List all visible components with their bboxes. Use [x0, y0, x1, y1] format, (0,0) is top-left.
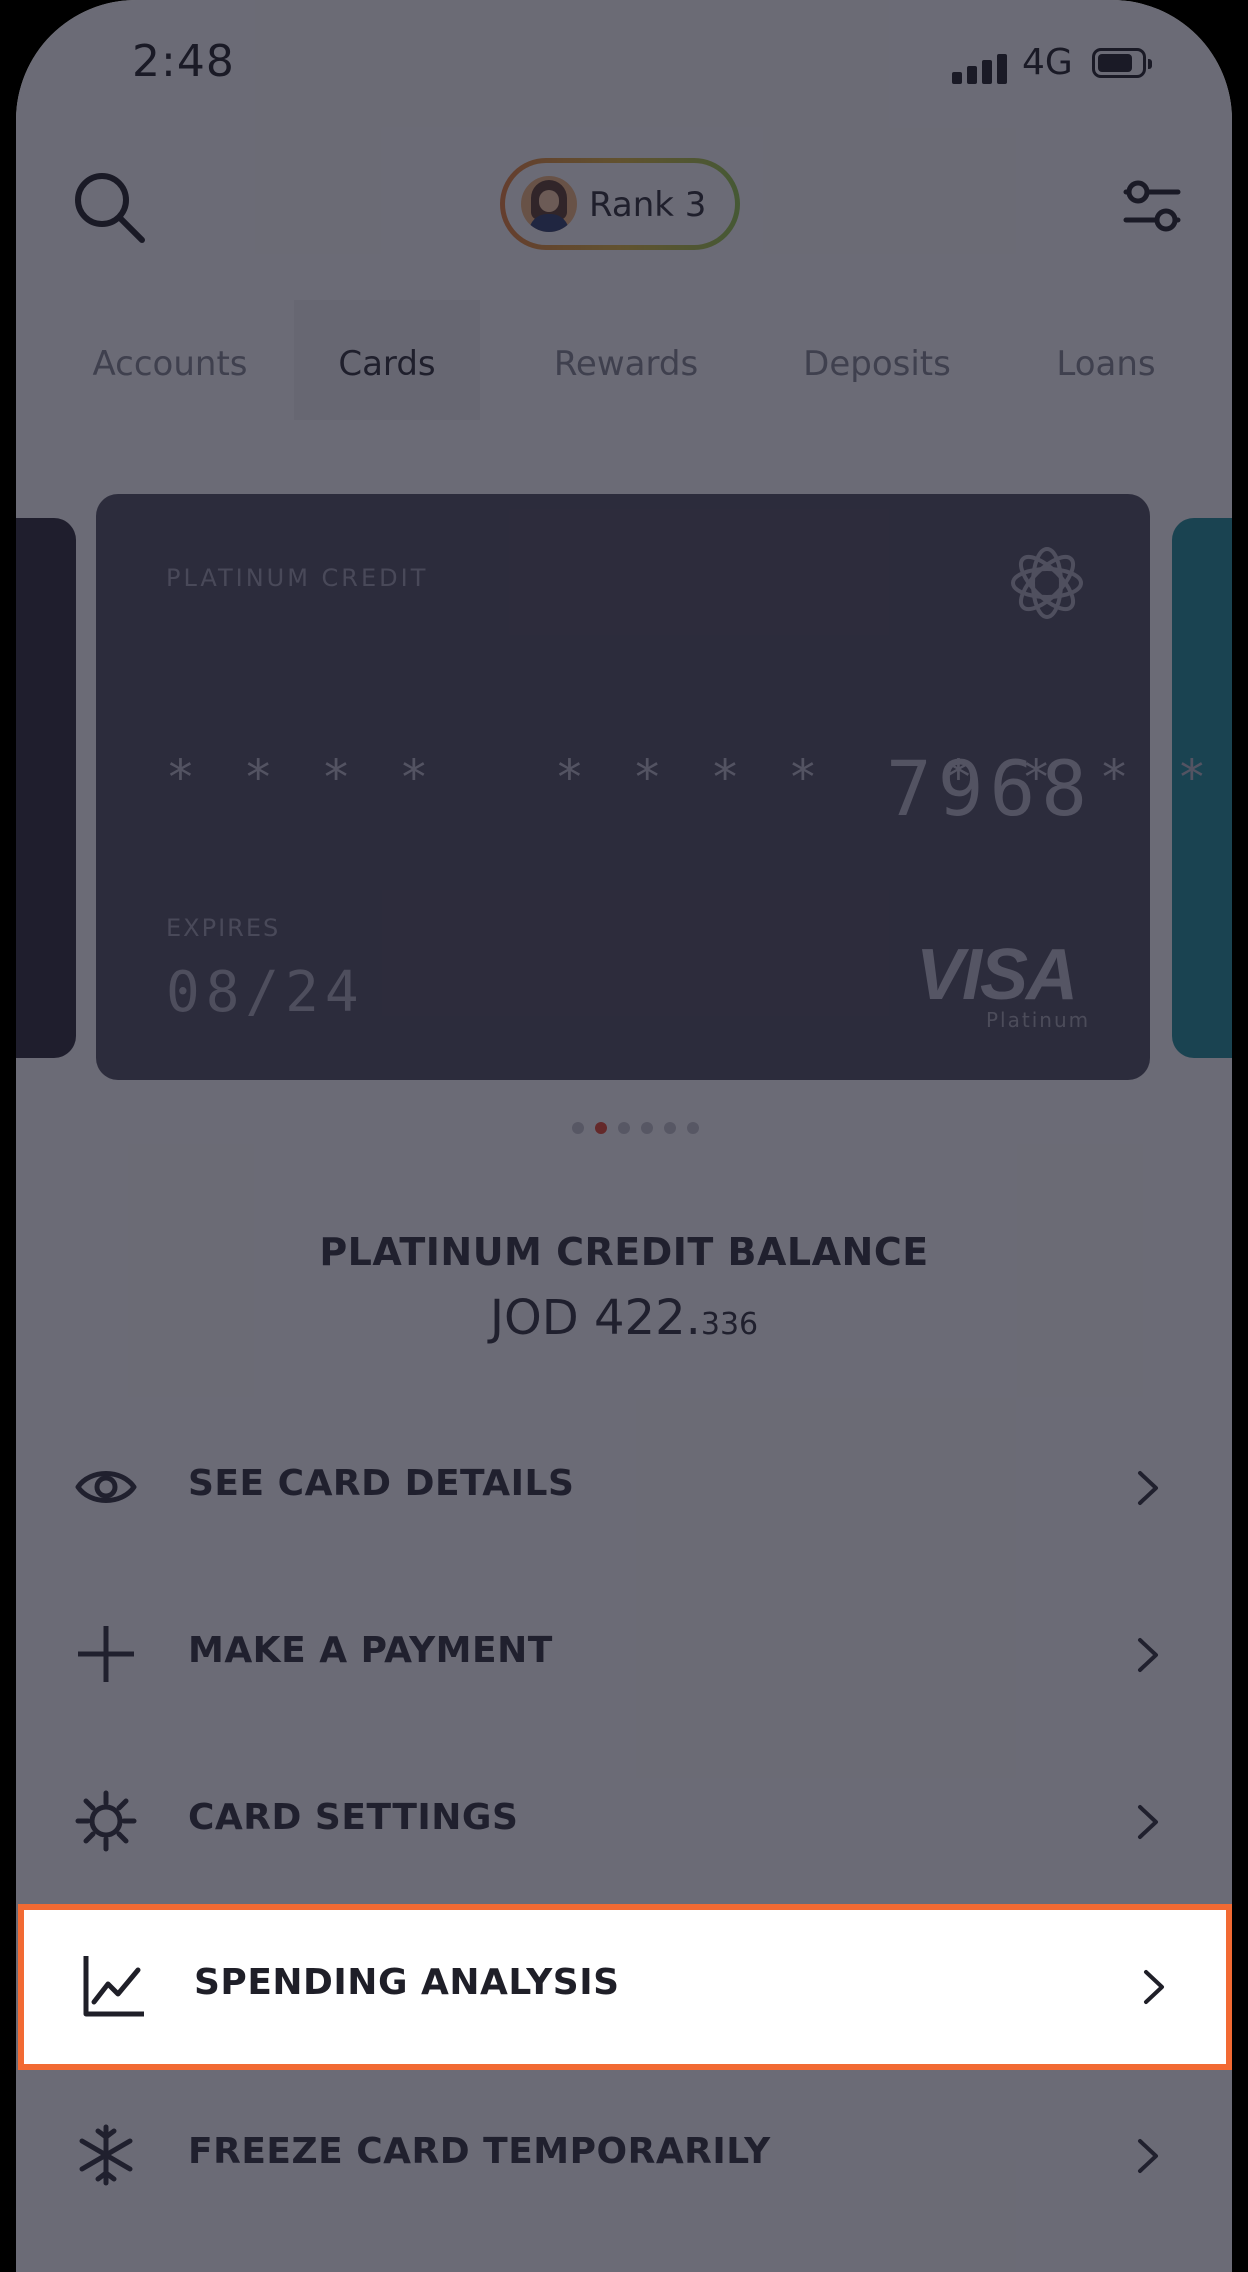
tab-cards[interactable]: Cards	[294, 300, 480, 420]
menu-label: SPENDING ANALYSIS	[194, 1962, 620, 2003]
menu-card-settings[interactable]: CARD SETTINGS	[16, 1739, 1232, 1905]
expires-value: 08/24	[166, 960, 365, 1025]
expires-label: EXPIRES	[166, 914, 281, 942]
tab-accounts[interactable]: Accounts	[60, 300, 280, 420]
carousel-dot[interactable]	[664, 1122, 676, 1134]
balance-decimals: 336	[700, 1307, 759, 1342]
balance-label: PLATINUM CREDIT BALANCE	[319, 1230, 929, 1274]
battery-icon	[1092, 48, 1152, 78]
previous-card[interactable]	[16, 518, 76, 1058]
menu-label: CARD SETTINGS	[188, 1797, 519, 1838]
carousel-dot-active[interactable]	[595, 1122, 607, 1134]
chevron-right-icon	[1140, 1966, 1168, 2008]
eye-icon	[74, 1455, 138, 1519]
tab-rewards[interactable]: Rewards	[526, 300, 726, 420]
tab-loans[interactable]: Loans	[1026, 300, 1186, 420]
menu-label: SEE CARD DETAILS	[188, 1463, 575, 1504]
credit-card[interactable]: PLATINUM CREDIT * * * * * * * * * * * * …	[96, 494, 1206, 1080]
card-type-label: PLATINUM CREDIT	[166, 564, 429, 592]
carousel-dot[interactable]	[618, 1122, 630, 1134]
card-last-four: 7968	[886, 744, 1094, 833]
plus-icon	[74, 1622, 138, 1686]
chevron-right-icon	[1134, 1467, 1162, 1509]
tab-bar: Accounts Cards Rewards Deposits Loans	[16, 300, 1232, 420]
menu-spending-analysis[interactable]: SPENDING ANALYSIS	[18, 1904, 1232, 2070]
balance-amount: JOD 422.336	[16, 1290, 1232, 1346]
rank-label: Rank 3	[589, 185, 707, 225]
filter-settings-icon[interactable]	[1116, 170, 1188, 242]
status-time: 2:48	[132, 36, 235, 87]
rank-badge[interactable]: Rank 3	[500, 158, 740, 250]
chevron-right-icon	[1134, 1634, 1162, 1676]
visa-logo: VISA	[916, 935, 1078, 1015]
snowflake-icon	[74, 2123, 138, 2187]
chevron-right-icon	[1134, 1801, 1162, 1843]
visa-tier: Platinum	[986, 1008, 1091, 1032]
menu-see-card-details[interactable]: SEE CARD DETAILS	[16, 1405, 1232, 1571]
carousel-dot[interactable]	[572, 1122, 584, 1134]
menu-make-a-payment[interactable]: MAKE A PAYMENT	[16, 1572, 1232, 1738]
gear-icon	[74, 1789, 138, 1853]
network-type: 4G	[1022, 42, 1073, 83]
menu-label: FREEZE CARD TEMPORARILY	[188, 2131, 771, 2172]
menu-label: MAKE A PAYMENT	[188, 1630, 553, 1671]
carousel-dot[interactable]	[641, 1122, 653, 1134]
menu-freeze-card[interactable]: FREEZE CARD TEMPORARILY	[16, 2073, 1232, 2239]
bank-logo-icon	[1004, 540, 1090, 626]
balance-whole: JOD 422.	[489, 1290, 701, 1346]
carousel-dot[interactable]	[687, 1122, 699, 1134]
chart-line-icon	[82, 1954, 146, 2018]
signal-icon	[952, 52, 1008, 84]
avatar	[521, 176, 577, 232]
chevron-right-icon	[1134, 2135, 1162, 2177]
search-icon[interactable]	[60, 158, 160, 258]
tab-deposits[interactable]: Deposits	[772, 300, 982, 420]
